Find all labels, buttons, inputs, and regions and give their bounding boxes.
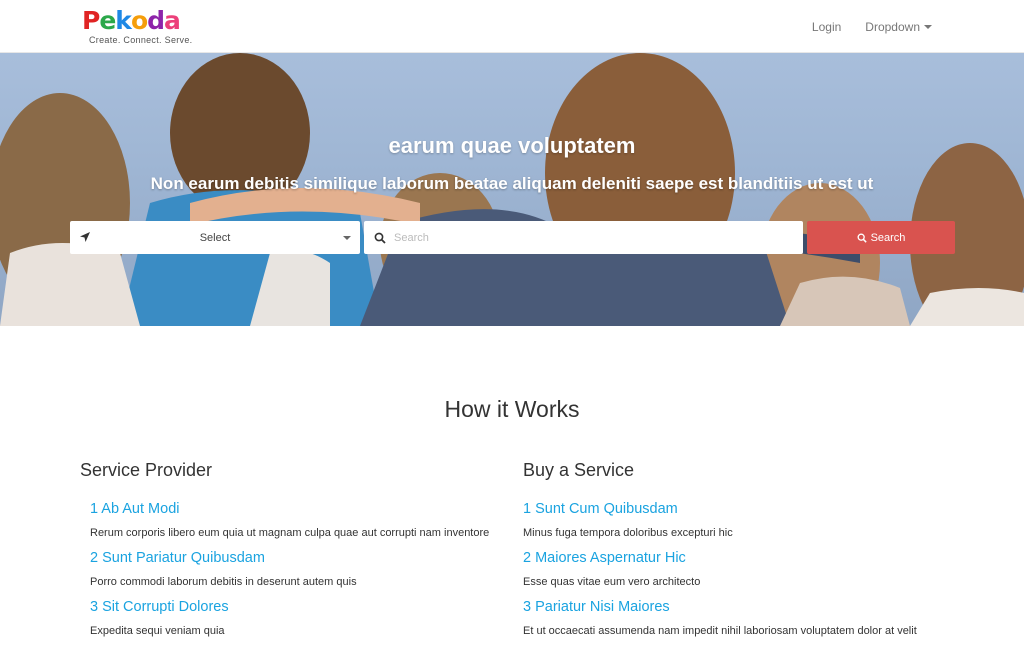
navbar: Pekoda Create. Connect. Serve. Login Dro… bbox=[0, 0, 1024, 53]
brand-tagline: Create. Connect. Serve. bbox=[89, 35, 193, 45]
step-title[interactable]: 2 Maiores Aspernatur Hic bbox=[523, 550, 953, 566]
step-title[interactable]: 1 Ab Aut Modi bbox=[90, 501, 510, 517]
logo-letter: o bbox=[130, 6, 148, 35]
step-description: Et ut occaecati assumenda nam impedit ni… bbox=[523, 625, 917, 637]
list-item: 1 Sunt Cum Quibusdam Minus fuga tempora … bbox=[523, 501, 953, 539]
list-item: 1 Ab Aut Modi Rerum corporis libero eum … bbox=[80, 501, 510, 539]
list-item: 3 Pariatur Nisi Maiores Et ut occaecati … bbox=[523, 599, 953, 637]
dropdown-menu-toggle[interactable]: Dropdown bbox=[865, 20, 932, 34]
step-description: Porro commodi laborum debitis in deserun… bbox=[90, 576, 357, 588]
logo-letter: d bbox=[147, 6, 165, 35]
search-field[interactable] bbox=[364, 221, 803, 254]
service-provider-title: Service Provider bbox=[80, 460, 213, 480]
step-description: Minus fuga tempora doloribus excepturi h… bbox=[523, 527, 733, 539]
buy-service-title: Buy a Service bbox=[523, 460, 635, 480]
search-bar: Select Search bbox=[70, 221, 955, 254]
nav-menu: Login Dropdown bbox=[812, 0, 932, 53]
search-button[interactable]: Search bbox=[807, 221, 955, 254]
login-link[interactable]: Login bbox=[812, 20, 841, 34]
hero-banner: earum quae voluptatem Non earum debitis … bbox=[0, 53, 1024, 326]
step-description: Rerum corporis libero eum quia ut magnam… bbox=[90, 527, 490, 539]
logo-letter: P bbox=[82, 6, 100, 35]
logo-letter: k bbox=[115, 6, 132, 35]
caret-down-icon bbox=[343, 236, 351, 240]
how-it-works-title: How it Works bbox=[444, 396, 580, 422]
dropdown-label: Dropdown bbox=[865, 19, 920, 34]
location-select-value: Select bbox=[199, 232, 231, 244]
step-description: Expedita sequi veniam quia bbox=[90, 625, 225, 637]
hero-subtitle: Non earum debitis similique laborum beat… bbox=[150, 174, 874, 193]
step-title[interactable]: 2 Sunt Pariatur Quibusdam bbox=[90, 550, 510, 566]
search-icon bbox=[374, 232, 386, 244]
hero-title: earum quae voluptatem bbox=[388, 133, 636, 158]
service-provider-column: Service Provider 1 Ab Aut Modi Rerum cor… bbox=[80, 460, 510, 648]
list-item: 2 Sunt Pariatur Quibusdam Porro commodi … bbox=[80, 550, 510, 588]
search-icon bbox=[857, 233, 867, 243]
logo-wordmark: Pekoda bbox=[82, 8, 202, 34]
logo-letter: e bbox=[99, 6, 116, 35]
caret-down-icon bbox=[924, 25, 932, 30]
step-title[interactable]: 3 Pariatur Nisi Maiores bbox=[523, 599, 953, 615]
location-select[interactable]: Select bbox=[70, 221, 360, 254]
brand-logo[interactable]: Pekoda Create. Connect. Serve. bbox=[82, 8, 202, 48]
search-button-label: Search bbox=[870, 231, 906, 244]
search-input[interactable] bbox=[394, 221, 794, 254]
buy-service-column: Buy a Service 1 Sunt Cum Quibusdam Minus… bbox=[523, 460, 953, 648]
step-title[interactable]: 1 Sunt Cum Quibusdam bbox=[523, 501, 953, 517]
step-title[interactable]: 3 Sit Corrupti Dolores bbox=[90, 599, 510, 615]
step-description: Esse quas vitae eum vero architecto bbox=[523, 576, 701, 588]
list-item: 2 Maiores Aspernatur Hic Esse quas vitae… bbox=[523, 550, 953, 588]
list-item: 3 Sit Corrupti Dolores Expedita sequi ve… bbox=[80, 599, 510, 637]
logo-letter: a bbox=[164, 6, 181, 35]
